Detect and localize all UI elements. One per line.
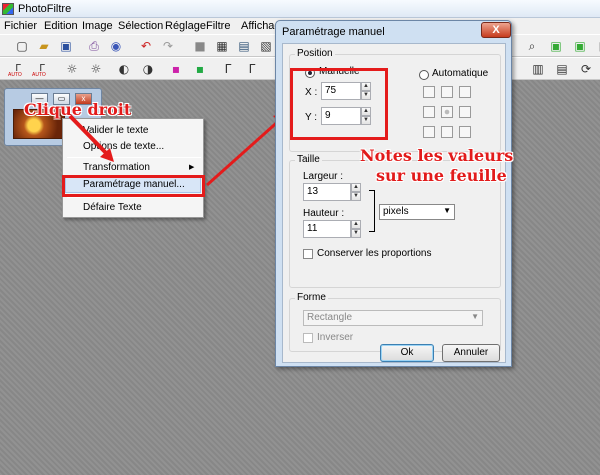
unit-select[interactable]: pixels ▼ [379, 204, 455, 220]
position-group-label: Position [295, 48, 335, 59]
cancel-button[interactable]: Annuler [442, 344, 500, 362]
ok-button[interactable]: Ok [380, 344, 434, 362]
size-link-bracket [369, 190, 375, 232]
keep-ratio-label: Conserver les proportions [317, 248, 432, 259]
automatic-radio-label: Automatique [432, 68, 489, 79]
keep-ratio-checkbox[interactable] [303, 249, 313, 259]
height-input[interactable]: 11 [303, 220, 351, 238]
width-label: Largeur : [303, 171, 344, 182]
anchor-cell[interactable] [423, 86, 435, 98]
width-spinner[interactable]: ▲ ▼ [351, 183, 361, 201]
shape-select[interactable]: Rectangle ▼ [303, 310, 483, 326]
anchor-cell-center[interactable] [441, 106, 453, 118]
height-spinner[interactable]: ▲ ▼ [351, 220, 361, 238]
arrow-to-menu [68, 114, 110, 157]
anchor-cell[interactable] [441, 126, 453, 138]
invert-label: Inverser [317, 332, 354, 343]
dialog-title: Paramétrage manuel [282, 26, 385, 38]
anchor-cell[interactable] [423, 106, 435, 118]
shape-group-label: Forme [295, 292, 328, 303]
arrow-to-dialog [206, 116, 283, 187]
unit-select-value: pixels [383, 206, 409, 217]
dropdown-arrow-icon: ▼ [443, 206, 451, 215]
anchor-cell[interactable] [423, 126, 435, 138]
dialog-close-button[interactable]: X [481, 22, 511, 38]
invert-checkbox[interactable] [303, 333, 313, 343]
height-label: Hauteur : [303, 208, 345, 219]
size-group-label: Taille [295, 154, 322, 165]
highlight-box-position [290, 68, 388, 140]
anchor-cell[interactable] [459, 106, 471, 118]
annotation-note-line2: sur une feuille [376, 166, 507, 185]
anchor-cell[interactable] [441, 86, 453, 98]
width-input[interactable]: 13 [303, 183, 351, 201]
annotation-note-line1: Notes les valeurs [360, 146, 514, 165]
anchor-cell[interactable] [459, 126, 471, 138]
dropdown-arrow-icon: ▼ [471, 312, 479, 321]
automatic-radio[interactable] [419, 70, 429, 80]
shape-select-value: Rectangle [307, 312, 353, 323]
anchor-cell[interactable] [459, 86, 471, 98]
